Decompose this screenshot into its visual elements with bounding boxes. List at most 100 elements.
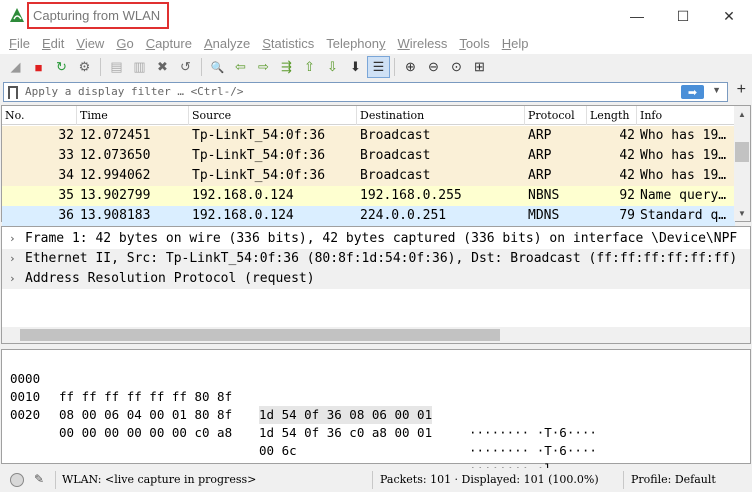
byte-hex[interactable]: 1d 54 0f 36 c0 a8 00 01 [259, 424, 432, 442]
packet-cell-destination: 224.0.0.251 [360, 208, 447, 223]
packet-details[interactable]: › Frame 1: 42 bytes on wire (336 bits), … [1, 226, 751, 344]
normal-size-icon[interactable]: ⊙ [445, 56, 468, 78]
menu-wireless[interactable]: Wireless [392, 36, 454, 51]
expand-arrow-icon[interactable]: › [9, 229, 16, 249]
comment-edit-icon[interactable]: ✎ [34, 472, 44, 486]
menu-statistics[interactable]: Statistics [256, 36, 320, 51]
resize-columns-icon[interactable]: ⊞ [468, 56, 491, 78]
packet-list[interactable]: No. Time Source Destination Protocol Len… [1, 105, 751, 226]
scrollbar-thumb[interactable] [20, 329, 500, 341]
packet-row[interactable]: 33 12.073650 Tp-LinkT_54:0f:36 Broadcast ARP… [2, 146, 735, 166]
stop-capture-icon[interactable]: ■ [27, 56, 50, 78]
packet-cell-info: Name query… [640, 188, 727, 203]
menu-telephony[interactable]: Telephony [320, 36, 391, 51]
go-to-packet-icon[interactable]: ⇶ [275, 56, 298, 78]
packet-cell-no: 35 [58, 188, 74, 203]
column-header-time[interactable]: Time [77, 106, 189, 125]
byte-hex[interactable]: 1d 54 0f 36 08 06 00 01 [259, 406, 433, 424]
packet-bytes[interactable]: 0000 ff ff ff ff ff ff 80 8f 1d 54 0f 36… [1, 349, 751, 476]
go-forward-icon[interactable]: ⇨ [252, 56, 275, 78]
autoscroll-icon[interactable]: ⬇ [344, 56, 367, 78]
apply-filter-button[interactable]: ➡ [681, 85, 704, 99]
column-header-length[interactable]: Length [587, 106, 637, 125]
colorize-icon[interactable]: ☰ [367, 56, 390, 78]
zoom-out-icon[interactable]: ⊖ [422, 56, 445, 78]
toolbar-separator [100, 58, 101, 76]
go-last-icon[interactable]: ⇩ [321, 56, 344, 78]
close-file-icon[interactable]: ✖ [151, 56, 174, 78]
expert-info-icon[interactable] [10, 473, 24, 487]
packet-cell-no: 34 [58, 168, 74, 183]
column-header-no[interactable]: No. [2, 106, 77, 125]
scroll-up-icon[interactable]: ▲ [734, 106, 750, 122]
packet-cell-protocol: ARP [528, 128, 552, 143]
column-header-info[interactable]: Info [637, 106, 735, 125]
zoom-in-icon[interactable]: ⊕ [399, 56, 422, 78]
reload-file-icon[interactable]: ↺ [174, 56, 197, 78]
wireshark-logo-icon [10, 8, 24, 22]
packet-cell-destination: Broadcast [360, 128, 431, 143]
menu-capture[interactable]: Capture [140, 36, 198, 51]
scrollbar-thumb[interactable] [735, 142, 749, 162]
go-back-icon[interactable]: ⇦ [229, 56, 252, 78]
filter-placeholder: Apply a display filter … <Ctrl-/> [25, 85, 244, 98]
bytes-row: 0010 08 00 06 04 00 01 80 8f 1d 54 0f 36… [2, 370, 597, 458]
packet-cell-destination: 192.168.0.255 [360, 188, 462, 203]
packet-cell-info: Standard q… [640, 208, 727, 223]
packet-row[interactable]: 34 12.994062 Tp-LinkT_54:0f:36 Broadcast ARP… [2, 166, 735, 186]
packet-cell-length: 79 [619, 208, 635, 223]
packet-row[interactable]: 35 13.902799 192.168.0.124 192.168.0.255 NBN… [2, 186, 735, 206]
byte-ascii[interactable]: ········ ·T·6···· [469, 442, 597, 460]
save-file-icon[interactable]: ▥ [128, 56, 151, 78]
byte-hex[interactable]: 08 00 06 04 00 01 80 8f [59, 406, 232, 424]
packet-cell-source: 192.168.0.124 [192, 208, 294, 223]
go-first-icon[interactable]: ⇧ [298, 56, 321, 78]
open-file-icon[interactable]: ▤ [105, 56, 128, 78]
menu-go[interactable]: Go [110, 36, 139, 51]
byte-ascii[interactable]: ········ ·T·6···· [469, 424, 597, 442]
minimize-icon: — [630, 8, 644, 24]
details-horizontal-scrollbar[interactable] [2, 327, 750, 343]
byte-hex[interactable]: 00 6c [259, 442, 297, 460]
menu-analyze[interactable]: Analyze [198, 36, 256, 51]
window-title-highlight: Capturing from WLAN [27, 2, 169, 29]
close-button[interactable]: ✕ [706, 0, 752, 32]
packet-cell-destination: Broadcast [360, 148, 431, 163]
capture-options-icon[interactable]: ⚙ [73, 56, 96, 78]
packet-cell-no: 33 [58, 148, 74, 163]
capture-status: WLAN: <live capture in progress> [62, 473, 257, 486]
byte-hex[interactable]: 00 00 00 00 00 00 c0 a8 [59, 424, 232, 442]
column-header-protocol[interactable]: Protocol [525, 106, 587, 125]
byte-hex[interactable]: ff ff ff ff ff ff 80 8f [59, 388, 232, 406]
expand-arrow-icon[interactable]: › [9, 249, 16, 269]
bookmark-icon[interactable] [8, 86, 18, 99]
chevron-down-icon[interactable]: ▼ [712, 85, 721, 95]
shark-fin-start-icon[interactable]: ◢ [4, 56, 27, 78]
packet-cell-protocol: ARP [528, 168, 552, 183]
menu-help[interactable]: Help [496, 36, 535, 51]
packet-cell-time: 13.908183 [80, 208, 151, 223]
find-packet-icon[interactable]: 🔍 [206, 56, 229, 78]
menu-tools[interactable]: Tools [453, 36, 495, 51]
menu-file[interactable]: File [3, 36, 36, 51]
menu-view[interactable]: View [70, 36, 110, 51]
restart-capture-icon[interactable]: ↻ [50, 56, 73, 78]
detail-row-frame[interactable]: › Frame 1: 42 bytes on wire (336 bits), … [2, 229, 750, 249]
detail-row-arp[interactable]: › Address Resolution Protocol (request) [2, 269, 750, 289]
maximize-button[interactable]: ☐ [660, 0, 706, 32]
detail-row-ethernet[interactable]: › Ethernet II, Src: Tp-LinkT_54:0f:36 (8… [2, 249, 750, 269]
column-header-destination[interactable]: Destination [357, 106, 525, 125]
minimize-button[interactable]: — [614, 0, 660, 32]
title-bar: Capturing from WLAN — ☐ ✕ [0, 0, 752, 32]
add-filter-button[interactable]: + [737, 81, 746, 99]
scroll-down-icon[interactable]: ▼ [734, 205, 750, 221]
profile-status[interactable]: Profile: Default [631, 473, 716, 486]
display-filter-input[interactable]: Apply a display filter … <Ctrl-/> ➡ ▼ [3, 82, 728, 102]
expand-arrow-icon[interactable]: › [9, 269, 16, 289]
packet-list-scrollbar[interactable]: ▲ ▼ [734, 106, 750, 221]
packet-row[interactable]: 32 12.072451 Tp-LinkT_54:0f:36 Broadcast ARP… [2, 126, 735, 146]
column-header-source[interactable]: Source [189, 106, 357, 125]
packet-count-status: Packets: 101 · Displayed: 101 (100.0%) [380, 473, 599, 486]
menu-edit[interactable]: Edit [36, 36, 70, 51]
packet-row[interactable]: 36 13.908183 192.168.0.124 224.0.0.251 MDNS 7… [2, 206, 735, 226]
